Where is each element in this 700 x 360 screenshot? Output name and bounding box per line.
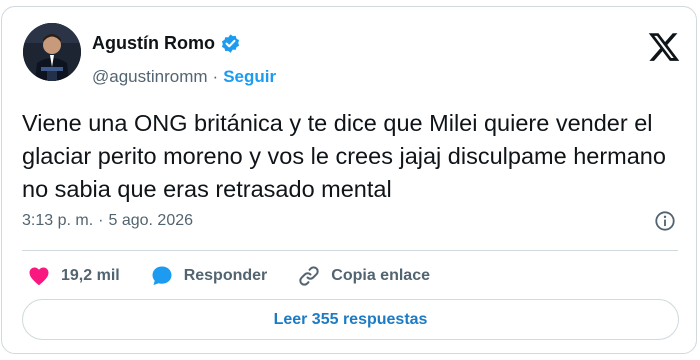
read-replies-button[interactable]: Leer 355 respuestas — [22, 299, 679, 340]
reply-button[interactable]: Responder — [150, 264, 268, 288]
author-name-row: Agustín Romo — [92, 33, 241, 54]
author-handle-row: @agustinromm · Seguir — [92, 67, 276, 87]
author-name[interactable]: Agustín Romo — [92, 33, 215, 54]
action-bar: 19,2 mil Responder Copia enlace — [27, 263, 460, 289]
separator-dot: · — [98, 212, 104, 229]
heart-icon — [27, 264, 51, 288]
reply-bubble-icon — [150, 264, 174, 288]
copy-link-button[interactable]: Copia enlace — [297, 264, 430, 288]
author-handle[interactable]: @agustinromm — [92, 67, 208, 87]
tweet-card: Agustín Romo @agustinromm · Seguir Viene… — [1, 6, 697, 354]
follow-button[interactable]: Seguir — [223, 67, 276, 87]
reply-label: Responder — [183, 267, 268, 284]
tweet-text: Viene una ONG británica y te dice que Mi… — [22, 110, 666, 202]
tweet-date[interactable]: 5 ago. 2026 — [108, 212, 193, 230]
separator-dot: · — [212, 67, 219, 86]
link-icon — [297, 264, 321, 288]
like-count: 19,2 mil — [61, 267, 120, 284]
copy-link-label: Copia enlace — [331, 267, 430, 284]
like-button[interactable]: 19,2 mil — [27, 264, 120, 288]
verified-badge-icon — [220, 33, 241, 54]
x-logo-icon[interactable] — [647, 30, 681, 64]
info-icon[interactable] — [654, 210, 676, 232]
tweet-time[interactable]: 3:13 p. m. — [22, 212, 93, 230]
avatar[interactable] — [23, 23, 81, 81]
divider — [22, 250, 678, 251]
tweet-timestamp[interactable]: 3:13 p. m. · 5 ago. 2026 — [22, 212, 193, 230]
